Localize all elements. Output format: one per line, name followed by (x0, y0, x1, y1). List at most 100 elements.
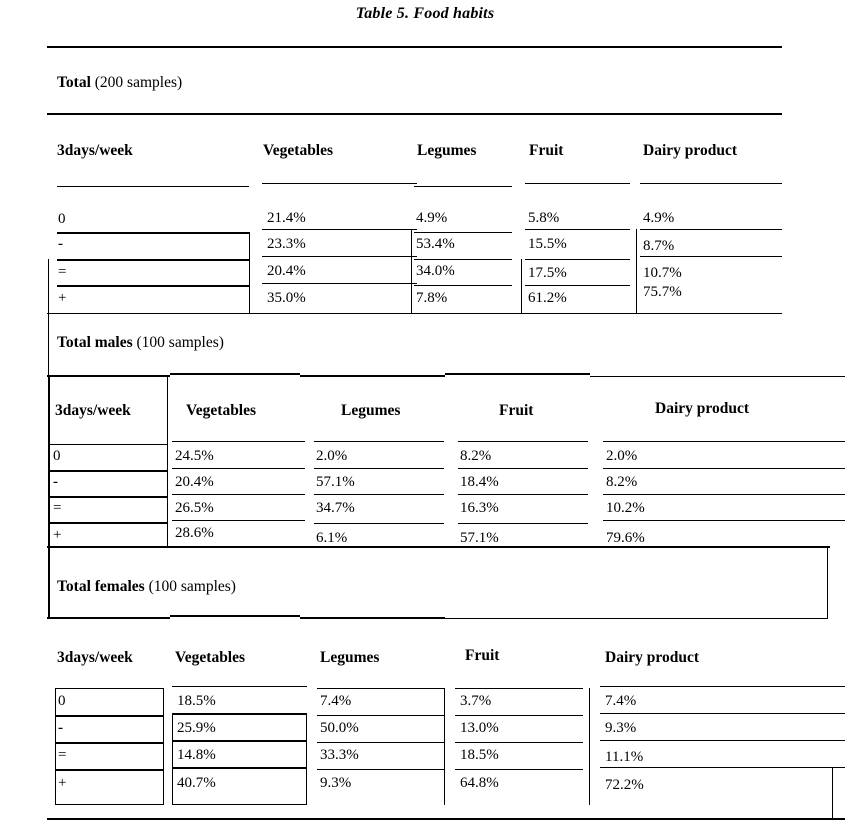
females-rowrule-0-col3 (455, 715, 583, 716)
females-caption-underrule-d (445, 618, 828, 619)
females-cell-2-dairy: 11.1% (605, 749, 644, 765)
females-rowlabel-1: - (58, 720, 63, 736)
males-header-3days-week: 3days/week (55, 402, 131, 419)
males-rowrule-0-col1 (172, 468, 305, 469)
females-rowrule-0-col0 (55, 715, 163, 717)
females-cell-2-legumes: 33.3% (320, 747, 359, 763)
females-cell-0-fruit: 3.7% (460, 693, 492, 709)
females-cell-3-fruit: 64.8% (460, 775, 499, 791)
section-caption-females-strong: Total females (57, 578, 145, 595)
females-rowrule-2-col4 (600, 767, 845, 768)
females-cell-3-legumes: 9.3% (320, 775, 352, 791)
total-cell-2-vegetables: 20.4% (267, 263, 306, 279)
males-rowrule-0-col4 (603, 468, 845, 469)
total-cell-2-legumes: 34.0% (416, 263, 455, 279)
section-caption-males: Total males (100 samples) (57, 334, 224, 352)
total-rowlabel-2: = (58, 264, 67, 280)
females-rowrule-2-col3 (455, 769, 583, 770)
females-cell-1-legumes: 50.0% (320, 720, 359, 736)
males-headrule-col4 (603, 441, 845, 442)
males-bottom-rule (47, 546, 830, 548)
males-cell-0-legumes: 2.0% (316, 448, 348, 464)
total-rowlabel-1: - (58, 236, 63, 252)
males-cell-0-vegetables: 24.5% (175, 448, 214, 464)
total-cell-1-legumes: 53.4% (416, 236, 455, 252)
females-cell-0-legumes: 7.4% (320, 693, 352, 709)
males-cell-3-dairy: 79.6% (606, 530, 645, 546)
males-caption-left-border (48, 313, 49, 377)
females-rowlabel-2: = (58, 747, 67, 763)
males-rowrule-2-col2 (314, 523, 444, 524)
females-cell-3-vegetables: 40.7% (177, 775, 216, 791)
females-headrule-col3 (455, 688, 583, 689)
females-headrule-col0 (55, 688, 163, 689)
females-header-legumes: Legumes (320, 649, 380, 666)
females-caption-right-border (827, 547, 828, 618)
section-caption-females: Total females (100 samples) (57, 578, 236, 596)
total-cell-0-dairy: 4.9% (643, 210, 675, 226)
total-headrule-col3 (525, 183, 630, 184)
females-header-dairy: Dairy product (605, 649, 700, 666)
males-rowrule-0-col2 (314, 468, 444, 469)
males-rowrule-0-col3 (458, 468, 588, 469)
males-rowrule-1-col1 (172, 494, 305, 495)
males-caption-underrule-c (300, 375, 445, 377)
females-headrule-col1 (172, 686, 307, 687)
section-caption-total-strong: Total (57, 74, 91, 91)
total-cell-2-dairy: 10.7% (643, 265, 682, 281)
females-rowrule-1-col2 (317, 742, 445, 743)
females-caption-left-border (48, 547, 50, 618)
males-rowrule-1-col2 (314, 494, 444, 495)
males-headrule-col0 (48, 444, 167, 445)
total-rowrule-0-col4 (640, 229, 782, 230)
females-cell-3-dairy: 72.2% (605, 777, 644, 793)
females-rowrule-1-col3 (455, 742, 583, 743)
males-vrule-col0-left (48, 377, 50, 546)
males-headrule-col3 (458, 441, 588, 442)
total-headrule-col0 (57, 186, 249, 187)
total-rowrule-1-col4 (640, 256, 782, 257)
total-rowrule-1-col1 (262, 256, 417, 257)
total-cell-1-dairy: 8.7% (643, 238, 675, 254)
females-caption-underrule-a (47, 617, 170, 619)
females-rowrule-0-col2 (317, 715, 445, 716)
total-cell-0-fruit: 5.8% (528, 210, 560, 226)
females-rowrule-0-col1 (172, 713, 307, 715)
males-cell-0-fruit: 8.2% (460, 448, 492, 464)
males-rowrule-0-col0 (48, 470, 167, 472)
total-rowrule-0-col2 (414, 232, 512, 233)
females-headrule-col4 (600, 686, 845, 687)
table-bottom-rule (47, 818, 845, 820)
males-rowlabel-2: = (53, 500, 62, 516)
males-headrule-col2 (314, 441, 444, 442)
females-caption-underrule-b (170, 615, 300, 617)
total-headrule-col1 (262, 183, 417, 184)
total-vrule-col3-right (636, 229, 637, 314)
total-caption-underrule (47, 113, 782, 115)
total-headrule-col4 (640, 183, 782, 184)
section-caption-total: Total (200 samples) (57, 74, 182, 92)
males-caption-underrule-d (445, 373, 590, 375)
females-rowrule-2-col0 (55, 769, 163, 771)
section-caption-total-light: (200 samples) (94, 74, 183, 91)
males-header-fruit: Fruit (499, 402, 534, 419)
males-rowrule-2-col4 (603, 520, 845, 521)
total-header-dairy: Dairy product (643, 142, 738, 159)
males-cell-2-legumes: 34.7% (316, 500, 355, 516)
females-rowrule-1-col1 (172, 740, 307, 742)
table-top-rule (47, 46, 782, 48)
total-header-fruit: Fruit (529, 142, 564, 159)
females-vrule-col0-right (163, 688, 164, 805)
males-caption-underrule-a (47, 375, 170, 377)
total-cell-3-legumes: 7.8% (416, 290, 448, 306)
section-caption-males-strong: Total males (57, 334, 133, 351)
males-rowrule-1-col4 (603, 494, 845, 495)
males-rowlabel-3: + (53, 527, 62, 543)
total-cell-3-dairy: 75.7% (643, 284, 682, 300)
females-vrule-col2-right (444, 688, 445, 805)
males-header-legumes: Legumes (341, 402, 401, 419)
total-rowrule-1-col3 (525, 259, 630, 260)
males-cell-3-vegetables: 28.6% (175, 525, 214, 541)
females-vrule-col4-right (832, 767, 833, 819)
males-rowrule-1-col3 (458, 494, 588, 495)
